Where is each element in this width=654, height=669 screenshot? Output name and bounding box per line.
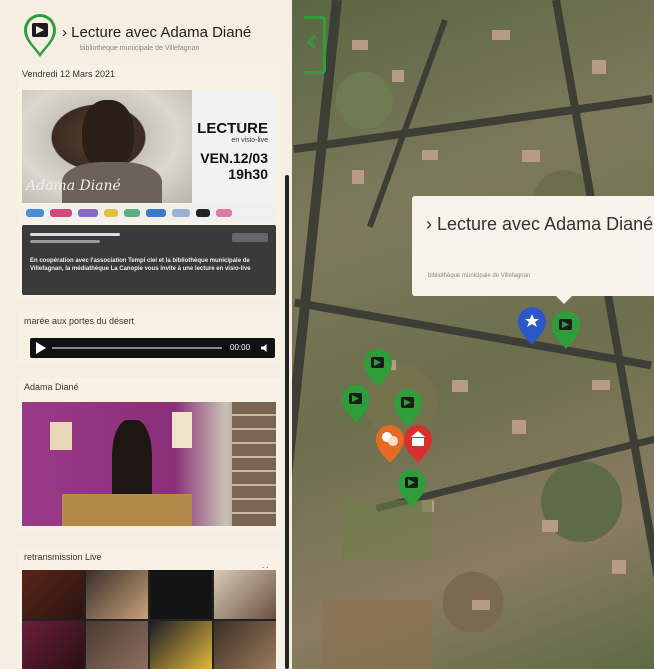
partner-logo <box>50 209 72 217</box>
map-building <box>392 70 404 82</box>
map-building <box>472 600 490 610</box>
play-icon[interactable] <box>36 342 46 354</box>
event-title[interactable]: › Lecture avec Adama Diané <box>62 24 287 41</box>
satellite-map[interactable]: › Lecture avec Adama Diané bibliothèque … <box>292 0 654 669</box>
video-desk <box>62 494 192 526</box>
panel-header: › Lecture avec Adama Diané bibliothèque … <box>0 0 292 70</box>
map-building <box>522 150 540 162</box>
partner-logo <box>104 209 118 217</box>
map-building <box>352 170 364 184</box>
event-venue: bibliothèque municipale de Villefagnan <box>80 45 200 52</box>
map-building <box>612 560 626 574</box>
partner-logo <box>124 209 140 217</box>
event-title-block: › Lecture avec Adama Diané bibliothèque … <box>62 24 287 52</box>
map-building <box>592 60 606 74</box>
panel-toggle-icon[interactable] <box>304 16 326 74</box>
map-road <box>293 94 653 154</box>
poster-heading: LECTURE <box>197 120 268 137</box>
map-building <box>352 40 368 50</box>
partner-logos <box>22 205 276 221</box>
video-marker-icon[interactable] <box>550 310 582 350</box>
map-field <box>342 500 432 560</box>
app: › Lecture avec Adama Diané bibliothèque … <box>0 0 654 669</box>
video-card: Adama Diané <box>18 378 280 530</box>
video-marker-icon[interactable] <box>340 384 372 424</box>
poster-date-time: 19h30 <box>228 166 268 182</box>
participant-tile <box>150 570 212 619</box>
event-poster[interactable]: Adama Diané LECTURE en visio-live VEN.12… <box>22 90 276 203</box>
map-building <box>452 380 468 392</box>
partner-logo <box>26 209 44 217</box>
live-participants-grid[interactable] <box>22 570 276 669</box>
event-info-card: Vendredi 12 Mars 2021 Adama Diané LECTUR… <box>18 65 280 299</box>
event-panel: › Lecture avec Adama Diané bibliothèque … <box>0 0 292 669</box>
partner-logo <box>196 209 210 217</box>
map-building <box>422 150 438 160</box>
video-thumbnail[interactable] <box>22 402 276 526</box>
map-road <box>294 298 652 370</box>
video-wall-poster <box>172 412 192 448</box>
poster-portrait <box>82 100 134 170</box>
popup-title[interactable]: › Lecture avec Adama Diané <box>426 210 654 238</box>
map-road <box>292 0 342 666</box>
map-building <box>542 520 558 532</box>
event-description-box: En coopération avec l'association Tempi … <box>22 225 276 295</box>
participant-tile <box>86 570 148 619</box>
video-marker-icon[interactable] <box>392 388 424 428</box>
poster-author-name: Adama Diané <box>26 178 121 194</box>
event-date: Vendredi 12 Mars 2021 <box>22 69 116 79</box>
audio-time: 00:00 <box>230 343 251 352</box>
popup-pointer <box>556 296 572 304</box>
partner-logo <box>172 209 190 217</box>
partner-logo <box>78 209 98 217</box>
popup-subtitle: bibliothèque municipale de Villefagnan <box>428 273 531 279</box>
participant-tile <box>214 620 276 669</box>
description-action-button[interactable] <box>232 233 268 242</box>
audio-progress-track[interactable] <box>52 347 222 349</box>
chevron-left-icon <box>306 34 322 50</box>
map-popup[interactable]: › Lecture avec Adama Diané bibliothèque … <box>412 196 654 296</box>
map-building <box>592 380 610 390</box>
live-card: retransmission Live ·· <box>18 548 280 669</box>
library-marker-icon[interactable] <box>516 306 548 346</box>
event-description: En coopération avec l'association Tempi … <box>30 258 251 272</box>
panel-scrollbar[interactable] <box>285 175 289 669</box>
video-bookshelf <box>232 402 276 526</box>
partner-logo <box>146 209 166 217</box>
participant-tile <box>214 570 276 619</box>
participant-tile <box>22 570 84 619</box>
map-building <box>492 30 510 40</box>
map-field <box>322 600 432 669</box>
participant-tile <box>22 620 84 669</box>
description-title-line <box>30 240 100 243</box>
video-pin-icon <box>24 14 56 57</box>
volume-icon[interactable] <box>260 343 270 353</box>
video-marker-icon[interactable] <box>396 468 428 508</box>
poster-format: en visio-live <box>231 137 268 144</box>
audio-title: marée aux portes du désert <box>24 316 135 326</box>
live-title: retransmission Live <box>24 552 102 562</box>
partner-logo <box>216 209 232 217</box>
participant-tile <box>150 620 212 669</box>
audio-player[interactable]: 00:00 <box>30 338 275 358</box>
video-marker-icon[interactable] <box>362 348 394 388</box>
description-title-line <box>30 233 120 236</box>
monument-marker-icon[interactable] <box>402 424 434 464</box>
audio-card: marée aux portes du désert 00:00 <box>18 312 280 364</box>
video-title: Adama Diané <box>24 382 79 392</box>
video-wall-poster <box>50 422 72 450</box>
participant-tile <box>86 620 148 669</box>
poster-date-day: VEN.12/03 <box>200 150 268 166</box>
map-building <box>512 420 526 434</box>
poster-date: VEN.12/03 19h30 <box>200 150 268 182</box>
